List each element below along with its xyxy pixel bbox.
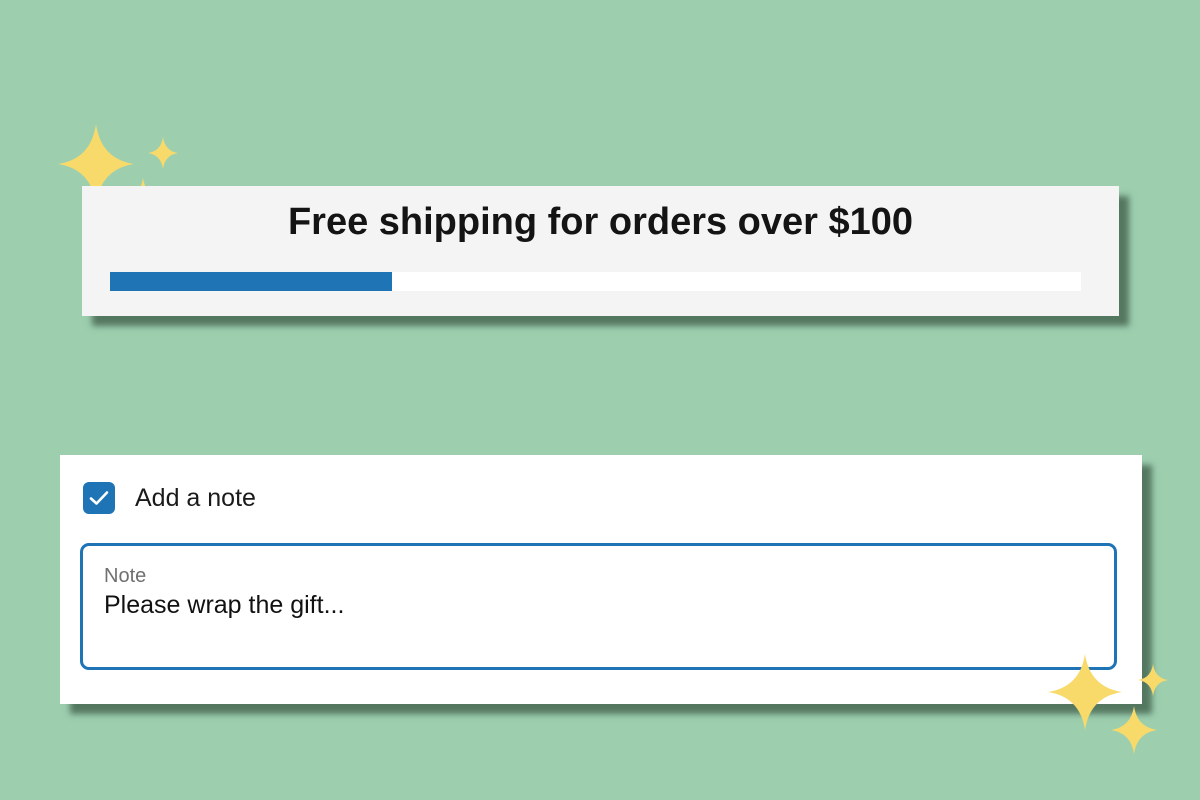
shipping-progress-fill (110, 272, 392, 291)
shipping-progress-bar (110, 272, 1081, 291)
order-note-card: Add a note Note Please wrap the gift... (60, 455, 1142, 704)
check-icon (89, 491, 109, 505)
sparkle-icon (1138, 664, 1168, 696)
add-note-label: Add a note (135, 483, 256, 512)
free-shipping-banner: Free shipping for orders over $100 (82, 186, 1119, 316)
add-note-checkbox[interactable] (83, 482, 115, 514)
free-shipping-title: Free shipping for orders over $100 (287, 201, 914, 243)
sparkle-icon (1111, 706, 1157, 754)
sparkle-icon (148, 137, 178, 169)
note-textarea[interactable]: Note Please wrap the gift... (80, 543, 1117, 670)
note-field-value[interactable]: Please wrap the gift... (104, 591, 344, 620)
note-field-label: Note (104, 565, 147, 587)
promo-graphic: { "shipping_banner": { "title": "Free sh… (0, 0, 1200, 800)
add-note-row[interactable]: Add a note (83, 482, 256, 514)
